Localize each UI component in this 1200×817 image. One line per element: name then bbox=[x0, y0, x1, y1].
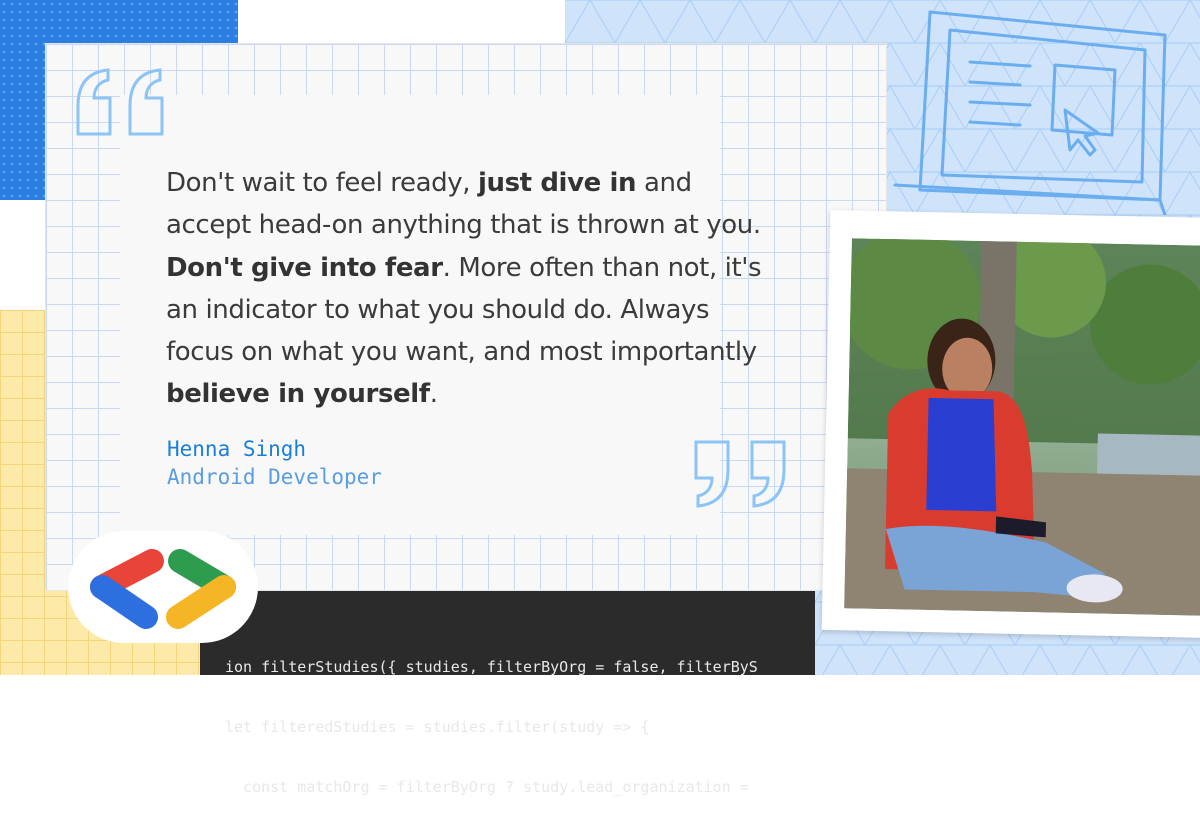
quote-segment-bold: believe in yourself bbox=[166, 379, 430, 410]
quote-segment: Don't wait to feel ready, bbox=[166, 168, 478, 198]
author-photo-illustration bbox=[844, 238, 1200, 616]
quote-segment-bold: just dive in bbox=[477, 168, 637, 198]
author-name: Henna Singh bbox=[167, 437, 307, 461]
code-line: let filteredStudies = studies.filter(stu… bbox=[225, 718, 650, 736]
code-line: const matchOrg = filterByOrg ? study.lea… bbox=[225, 778, 749, 796]
author-photo bbox=[844, 238, 1200, 616]
laptop-icon bbox=[893, 10, 1167, 215]
author-role: Android Developer bbox=[167, 465, 382, 489]
code-line: ion filterStudies({ studies, filterByOrg… bbox=[225, 658, 758, 676]
quote-text: Don't wait to feel ready, just dive in a… bbox=[166, 162, 776, 416]
open-quote-icon bbox=[76, 68, 164, 136]
quote-segment-bold: Don't give into fear bbox=[166, 252, 443, 283]
developer-brackets-logo bbox=[68, 531, 258, 643]
close-quote-icon bbox=[694, 440, 786, 508]
code-snippet: ion filterStudies({ studies, filterByOrg… bbox=[225, 617, 758, 817]
quote-segment: . bbox=[429, 379, 438, 410]
